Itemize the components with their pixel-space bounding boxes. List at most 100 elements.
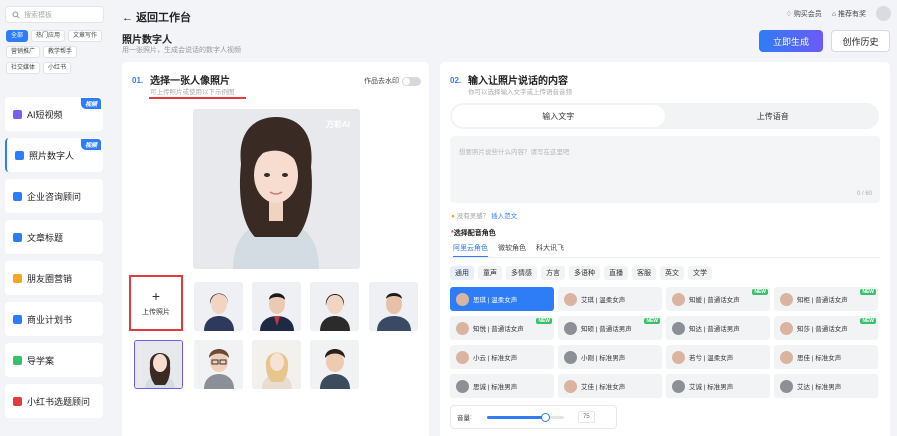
volume-value[interactable]: 75 <box>577 411 595 423</box>
recommend-link[interactable]: ⌂ 推荐有奖 <box>832 9 866 19</box>
voice-option[interactable]: 艾达 | 标准男声 <box>774 374 878 398</box>
voice-option[interactable]: 艾诚 | 标准男声 <box>666 374 770 398</box>
voice-option[interactable]: 知莎 | 普通话女声 NEW <box>774 316 878 340</box>
volume-label: 音量 <box>457 415 470 422</box>
plus-icon: + <box>151 288 161 304</box>
voice-category-5[interactable]: 直播 <box>604 266 628 280</box>
sidebar-item-2[interactable]: 企业咨询顾问 <box>5 179 103 213</box>
voice-option[interactable]: 艾琪 | 温柔女声 <box>558 287 662 311</box>
tag-6[interactable]: 小红书 <box>43 62 72 74</box>
char-count: 0 / 60 <box>856 191 872 197</box>
history-button[interactable]: 创作历史 <box>831 30 890 52</box>
photo-panel-title: 选择一张人像照片 <box>150 76 230 87</box>
sidebar-item-6[interactable]: 导学案 <box>5 343 103 377</box>
tag-1[interactable]: 热门应用 <box>31 30 66 42</box>
voice-option[interactable]: 艾佳 | 标准女声 <box>558 374 662 398</box>
tab-upload-voice[interactable]: 上传语音 <box>667 103 880 129</box>
category-tags: 全部 热门应用 文章写作营销推广 教学帮手 社交媒体 小红书 <box>6 30 106 74</box>
digital-human-icon <box>15 150 24 160</box>
sample-photo-1[interactable] <box>194 282 243 331</box>
watermark-label: 作品去水印 <box>364 78 399 85</box>
volume-slider[interactable] <box>486 412 564 422</box>
voice-category-1[interactable]: 童声 <box>478 266 502 280</box>
sidebar-item-3[interactable]: 文章标题 <box>5 220 103 254</box>
business-plan-icon <box>13 314 22 324</box>
voice-category-4[interactable]: 多语种 <box>569 266 600 280</box>
sample-photo-6[interactable] <box>194 340 243 389</box>
photo-preview: 万彩AI <box>193 109 360 269</box>
voice-option[interactable]: 知硕 | 普通话男声 NEW <box>558 316 662 340</box>
sidebar-menu: AI短视频 视频照片数字人 视频企业咨询顾问文章标题朋友圈营销商业计划书导学案小红书… <box>5 97 103 425</box>
insert-sample-link[interactable]: 插入范文 <box>491 213 517 220</box>
moments-icon <box>13 273 22 283</box>
back-button[interactable]: ← 返回工作台 <box>122 9 191 25</box>
voice-option[interactable]: 若兮 | 温柔女声 <box>666 345 770 369</box>
voice-name: 思佳 | 标准女声 <box>797 355 842 362</box>
tab-input-text[interactable]: 输入文字 <box>452 105 665 127</box>
sidebar-item-1[interactable]: 照片数字人 视频 <box>5 138 103 172</box>
search-input[interactable]: 搜索模板 <box>5 6 104 23</box>
voice-category-7[interactable]: 英文 <box>660 266 684 280</box>
voice-source-tab-1[interactable]: 微软角色 <box>498 243 526 257</box>
upload-photo-button[interactable]: + 上传照片 <box>129 275 183 331</box>
voice-option[interactable]: 知达 | 普通话男声 <box>666 316 770 340</box>
tag-3[interactable]: 营销推广 <box>6 46 41 58</box>
generate-button[interactable]: 立即生成 <box>759 30 823 52</box>
voice-option[interactable]: 思琪 | 温柔女声 <box>450 287 554 311</box>
voice-category-3[interactable]: 方言 <box>541 266 565 280</box>
voice-option[interactable]: 知媛 | 普通话女声 NEW <box>666 287 770 311</box>
content-panel-subtitle: 你可以选择输入文字或上传语音音频 <box>468 89 572 96</box>
voice-name: 若兮 | 温柔女声 <box>689 355 734 362</box>
tag-4[interactable]: 教学帮手 <box>43 46 78 58</box>
voice-option[interactable]: 小云 | 标准女声 <box>450 345 554 369</box>
sidebar-item-0[interactable]: AI短视频 视频 <box>5 97 103 131</box>
voice-avatar <box>672 292 685 306</box>
voice-category-0[interactable]: 通用 <box>450 266 474 280</box>
buy-member-link[interactable]: ♢ 购买会员 <box>786 9 822 19</box>
voice-source-tab-0[interactable]: 阿里云角色 <box>453 243 488 257</box>
sample-photo-4[interactable] <box>369 282 418 331</box>
voice-name: 知媛 | 普通话女声 <box>689 297 740 304</box>
article-title-icon <box>13 232 22 242</box>
sidebar-item-5[interactable]: 商业计划书 <box>5 302 103 336</box>
tag-0[interactable]: 全部 <box>6 30 29 42</box>
inspiration-hint: ● 没有灵感？ 插入范文 <box>451 210 517 220</box>
sidebar-item-label: 导学案 <box>27 355 55 366</box>
sidebar-item-7[interactable]: 小红书选题顾问 <box>5 384 103 418</box>
photo-panel-subtitle: 可上传照片或使用以下示例图 <box>150 89 235 96</box>
sidebar-item-label: AI短视频 <box>27 109 63 120</box>
voice-section-title: *选择配音角色 <box>451 230 496 237</box>
voice-option[interactable]: 思诚 | 标准男声 <box>450 374 554 398</box>
search-icon <box>12 10 20 19</box>
watermark-toggle[interactable] <box>402 76 421 86</box>
sample-photo-8[interactable] <box>310 340 359 389</box>
voice-option[interactable]: 小刚 | 标准男声 <box>558 345 662 369</box>
sample-photo-7[interactable] <box>252 340 301 389</box>
volume-handle[interactable] <box>540 412 550 422</box>
sidebar-item-4[interactable]: 朋友圈营销 <box>5 261 103 295</box>
preview-watermark: 万彩AI <box>326 120 350 129</box>
tag-5[interactable]: 社交媒体 <box>6 62 41 74</box>
script-textarea[interactable]: 想要照片说些什么内容？请写在这里吧 0 / 60 <box>450 136 880 203</box>
voice-name: 思琪 | 温柔女声 <box>473 297 518 304</box>
sample-photo-5[interactable] <box>134 340 183 389</box>
voice-name: 知莎 | 普通话女声 <box>797 326 848 333</box>
voice-category-6[interactable]: 客服 <box>632 266 656 280</box>
voice-source-tab-2[interactable]: 科大讯飞 <box>536 243 564 257</box>
sidebar-item-label: 商业计划书 <box>27 314 73 325</box>
tag-2[interactable]: 文章写作 <box>68 30 103 42</box>
sample-photo-3[interactable] <box>310 282 359 331</box>
voice-option[interactable]: 知悦 | 普通话女声 NEW <box>450 316 554 340</box>
sidebar-item-label: 朋友圈营销 <box>27 273 73 284</box>
xiaohongshu-icon <box>13 396 22 406</box>
step-number-2: 02. <box>450 76 462 85</box>
voice-category-2[interactable]: 多情感 <box>506 266 537 280</box>
voice-category-8[interactable]: 文学 <box>688 266 712 280</box>
sidebar-item-label: 企业咨询顾问 <box>27 191 82 202</box>
search-placeholder: 搜索模板 <box>24 11 52 19</box>
voice-option[interactable]: 知柜 | 普通话女声 NEW <box>774 287 878 311</box>
avatar[interactable] <box>876 6 891 21</box>
video-badge: 视频 <box>80 98 101 109</box>
voice-option[interactable]: 思佳 | 标准女声 <box>774 345 878 369</box>
sample-photo-2[interactable] <box>252 282 301 331</box>
